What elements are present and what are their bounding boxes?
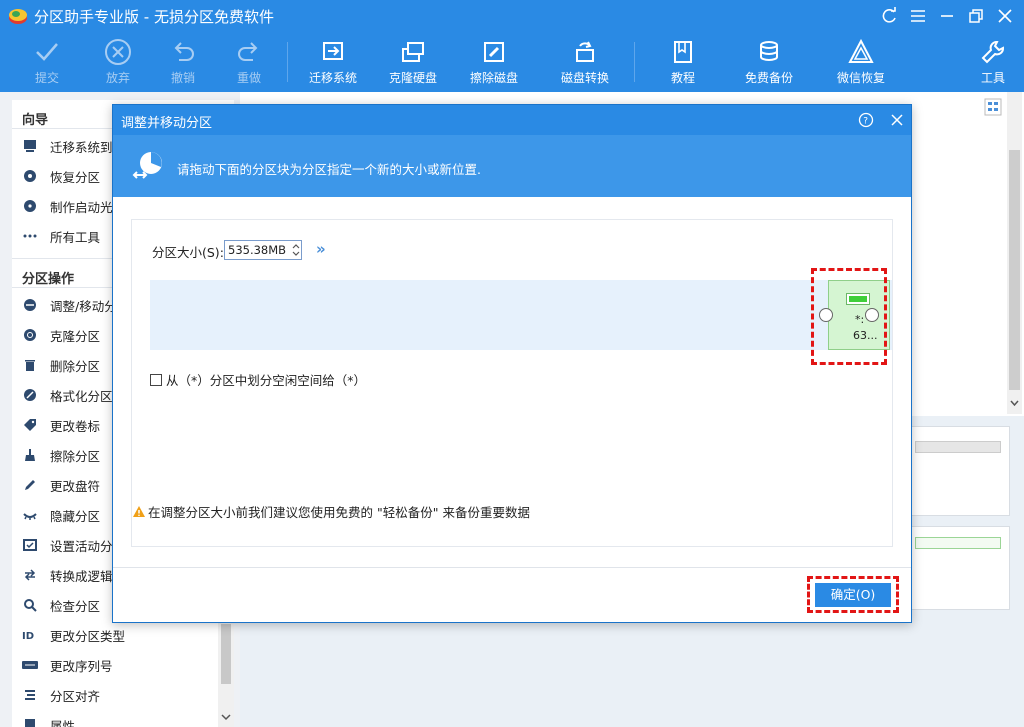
- resize-icon: [22, 297, 38, 313]
- scrollbar-thumb[interactable]: [221, 624, 231, 684]
- format-icon: [22, 387, 38, 403]
- partition-block-highlight: [811, 268, 887, 365]
- refresh-icon[interactable]: [879, 6, 899, 26]
- wechat-recovery-button[interactable]: 微信恢复: [826, 36, 896, 90]
- migrate-os-icon: [22, 138, 38, 154]
- broom-icon: [22, 447, 38, 463]
- dialog-title-bar: 调整并移动分区 ?: [113, 105, 911, 135]
- wipe-disk-icon: [484, 42, 504, 62]
- chevron-down-icon[interactable]: [1009, 398, 1020, 408]
- toolbar: 提交 放弃 撤销 重做 迁移系统 克隆硬盘 擦除磁盘 磁盘转换 教程 免费备份 …: [0, 36, 1024, 90]
- help-icon[interactable]: ?: [858, 112, 874, 128]
- serial-number-icon: [22, 657, 38, 673]
- scrollbar-thumb[interactable]: [1009, 150, 1020, 390]
- active-icon: [22, 537, 38, 553]
- pencil-icon: [22, 477, 38, 493]
- sidebar-item-properties[interactable]: 属性: [22, 714, 222, 727]
- submit-button[interactable]: 提交: [12, 36, 82, 90]
- main-scrollbar[interactable]: [1007, 92, 1022, 414]
- migrate-os-button[interactable]: 迁移系统: [298, 36, 368, 90]
- tutorial-button[interactable]: 教程: [648, 36, 718, 90]
- restore-icon[interactable]: [966, 6, 986, 26]
- recover-icon: [22, 168, 38, 184]
- allocate-space-label: 从（*）分区中划分空闲空间给（*）: [166, 373, 367, 388]
- undo-icon: [174, 42, 194, 61]
- free-backup-button[interactable]: 免费备份: [734, 36, 804, 90]
- clone-disk-button[interactable]: 克隆硬盘: [378, 36, 448, 90]
- resize-partition-icon: [132, 152, 162, 179]
- dialog-banner: 请拖动下面的分区块为分区指定一个新的大小或新位置.: [113, 135, 911, 197]
- id-icon: ID: [22, 627, 38, 643]
- toolbar-separator: [634, 42, 635, 82]
- convert-icon: [22, 567, 38, 583]
- undo-button[interactable]: 撤销: [148, 36, 218, 90]
- minimize-icon[interactable]: [937, 6, 957, 26]
- migrate-os-icon: [323, 42, 343, 60]
- book-icon: [674, 41, 692, 63]
- disk-bar: [915, 537, 1001, 549]
- redo-icon: [238, 42, 258, 61]
- partition-ops-heading: 分区操作: [22, 272, 75, 287]
- resize-move-dialog: 调整并移动分区 ? 请拖动下面的分区块为分区指定一个新的大小或新位置. 分区大小…: [112, 104, 912, 623]
- menu-icon[interactable]: [908, 6, 928, 26]
- wrench-icon: [981, 41, 1004, 64]
- expand-advanced-icon[interactable]: »: [316, 240, 326, 258]
- size-spinner-icon[interactable]: [290, 241, 302, 259]
- check-icon: [36, 43, 58, 61]
- disk-card[interactable]: [910, 426, 1010, 516]
- wizard-heading: 向导: [22, 113, 49, 128]
- disk-convert-icon: [576, 41, 594, 62]
- partition-size-label: 分区大小(S):: [152, 245, 224, 260]
- warning-icon: [133, 506, 145, 517]
- sidebar-item-align-partition[interactable]: 分区对齐: [22, 684, 222, 706]
- close-icon[interactable]: [995, 6, 1015, 26]
- cancel-circle-icon: [105, 39, 131, 65]
- banner-text: 请拖动下面的分区块为分区指定一个新的大小或新位置.: [177, 162, 481, 177]
- hidden-eye-icon: [22, 507, 38, 523]
- disk-bar: [915, 441, 1001, 453]
- chevron-down-icon[interactable]: [221, 712, 231, 722]
- sidebar-scrollbar[interactable]: [218, 620, 234, 727]
- dialog-title: 调整并移动分区: [121, 116, 213, 131]
- divider: [113, 567, 911, 568]
- title-bar: 分区助手专业版 - 无损分区免费软件 提交 放弃 撤销 重做 迁移系统 克隆硬盘: [0, 0, 1024, 92]
- app-logo-icon: [9, 9, 27, 24]
- disk-card[interactable]: [910, 526, 1010, 610]
- disk-track: [150, 280, 892, 350]
- discard-button[interactable]: 放弃: [83, 36, 153, 90]
- tools-button[interactable]: 工具: [958, 36, 1024, 90]
- disc-icon: [22, 198, 38, 214]
- ok-button-highlight: [807, 576, 899, 613]
- trash-icon: [22, 357, 38, 373]
- view-toggle-icon[interactable]: [984, 98, 1002, 116]
- warning-text: 在调整分区大小前我们建议您使用免费的 "轻松备份" 来备份重要数据: [148, 505, 530, 520]
- app-title: 分区助手专业版 - 无损分区免费软件: [34, 8, 274, 26]
- close-icon[interactable]: [889, 112, 905, 128]
- redo-button[interactable]: 重做: [214, 36, 284, 90]
- svg-text:?: ?: [863, 117, 868, 127]
- backup-warning: 在调整分区大小前我们建议您使用免费的 "轻松备份" 来备份重要数据: [132, 502, 530, 521]
- magnifier-icon: [22, 597, 38, 613]
- wechat-recovery-icon: [848, 38, 874, 63]
- allocate-space-option[interactable]: 从（*）分区中划分空闲空间给（*）: [150, 370, 366, 389]
- clone-icon: [22, 327, 38, 343]
- dialog-body: 分区大小(S): » *: 63... 从（*）分区中划分空闲空间给（*） 在调…: [131, 219, 893, 547]
- tag-icon: [22, 417, 38, 433]
- wipe-disk-button[interactable]: 擦除磁盘: [459, 36, 529, 90]
- svg-text:ID: ID: [22, 631, 34, 642]
- more-dots-icon: [22, 228, 38, 244]
- clone-disk-icon: [402, 42, 424, 62]
- toolbar-separator: [287, 42, 288, 82]
- properties-icon: [22, 717, 38, 727]
- sidebar-item-change-type-id[interactable]: ID 更改分区类型: [22, 624, 222, 646]
- backup-icon: [760, 41, 778, 61]
- allocate-space-checkbox[interactable]: [150, 373, 162, 386]
- sidebar-item-change-serial[interactable]: 更改序列号: [22, 654, 222, 676]
- disk-convert-button[interactable]: 磁盘转换: [550, 36, 620, 90]
- align-icon: [22, 687, 38, 703]
